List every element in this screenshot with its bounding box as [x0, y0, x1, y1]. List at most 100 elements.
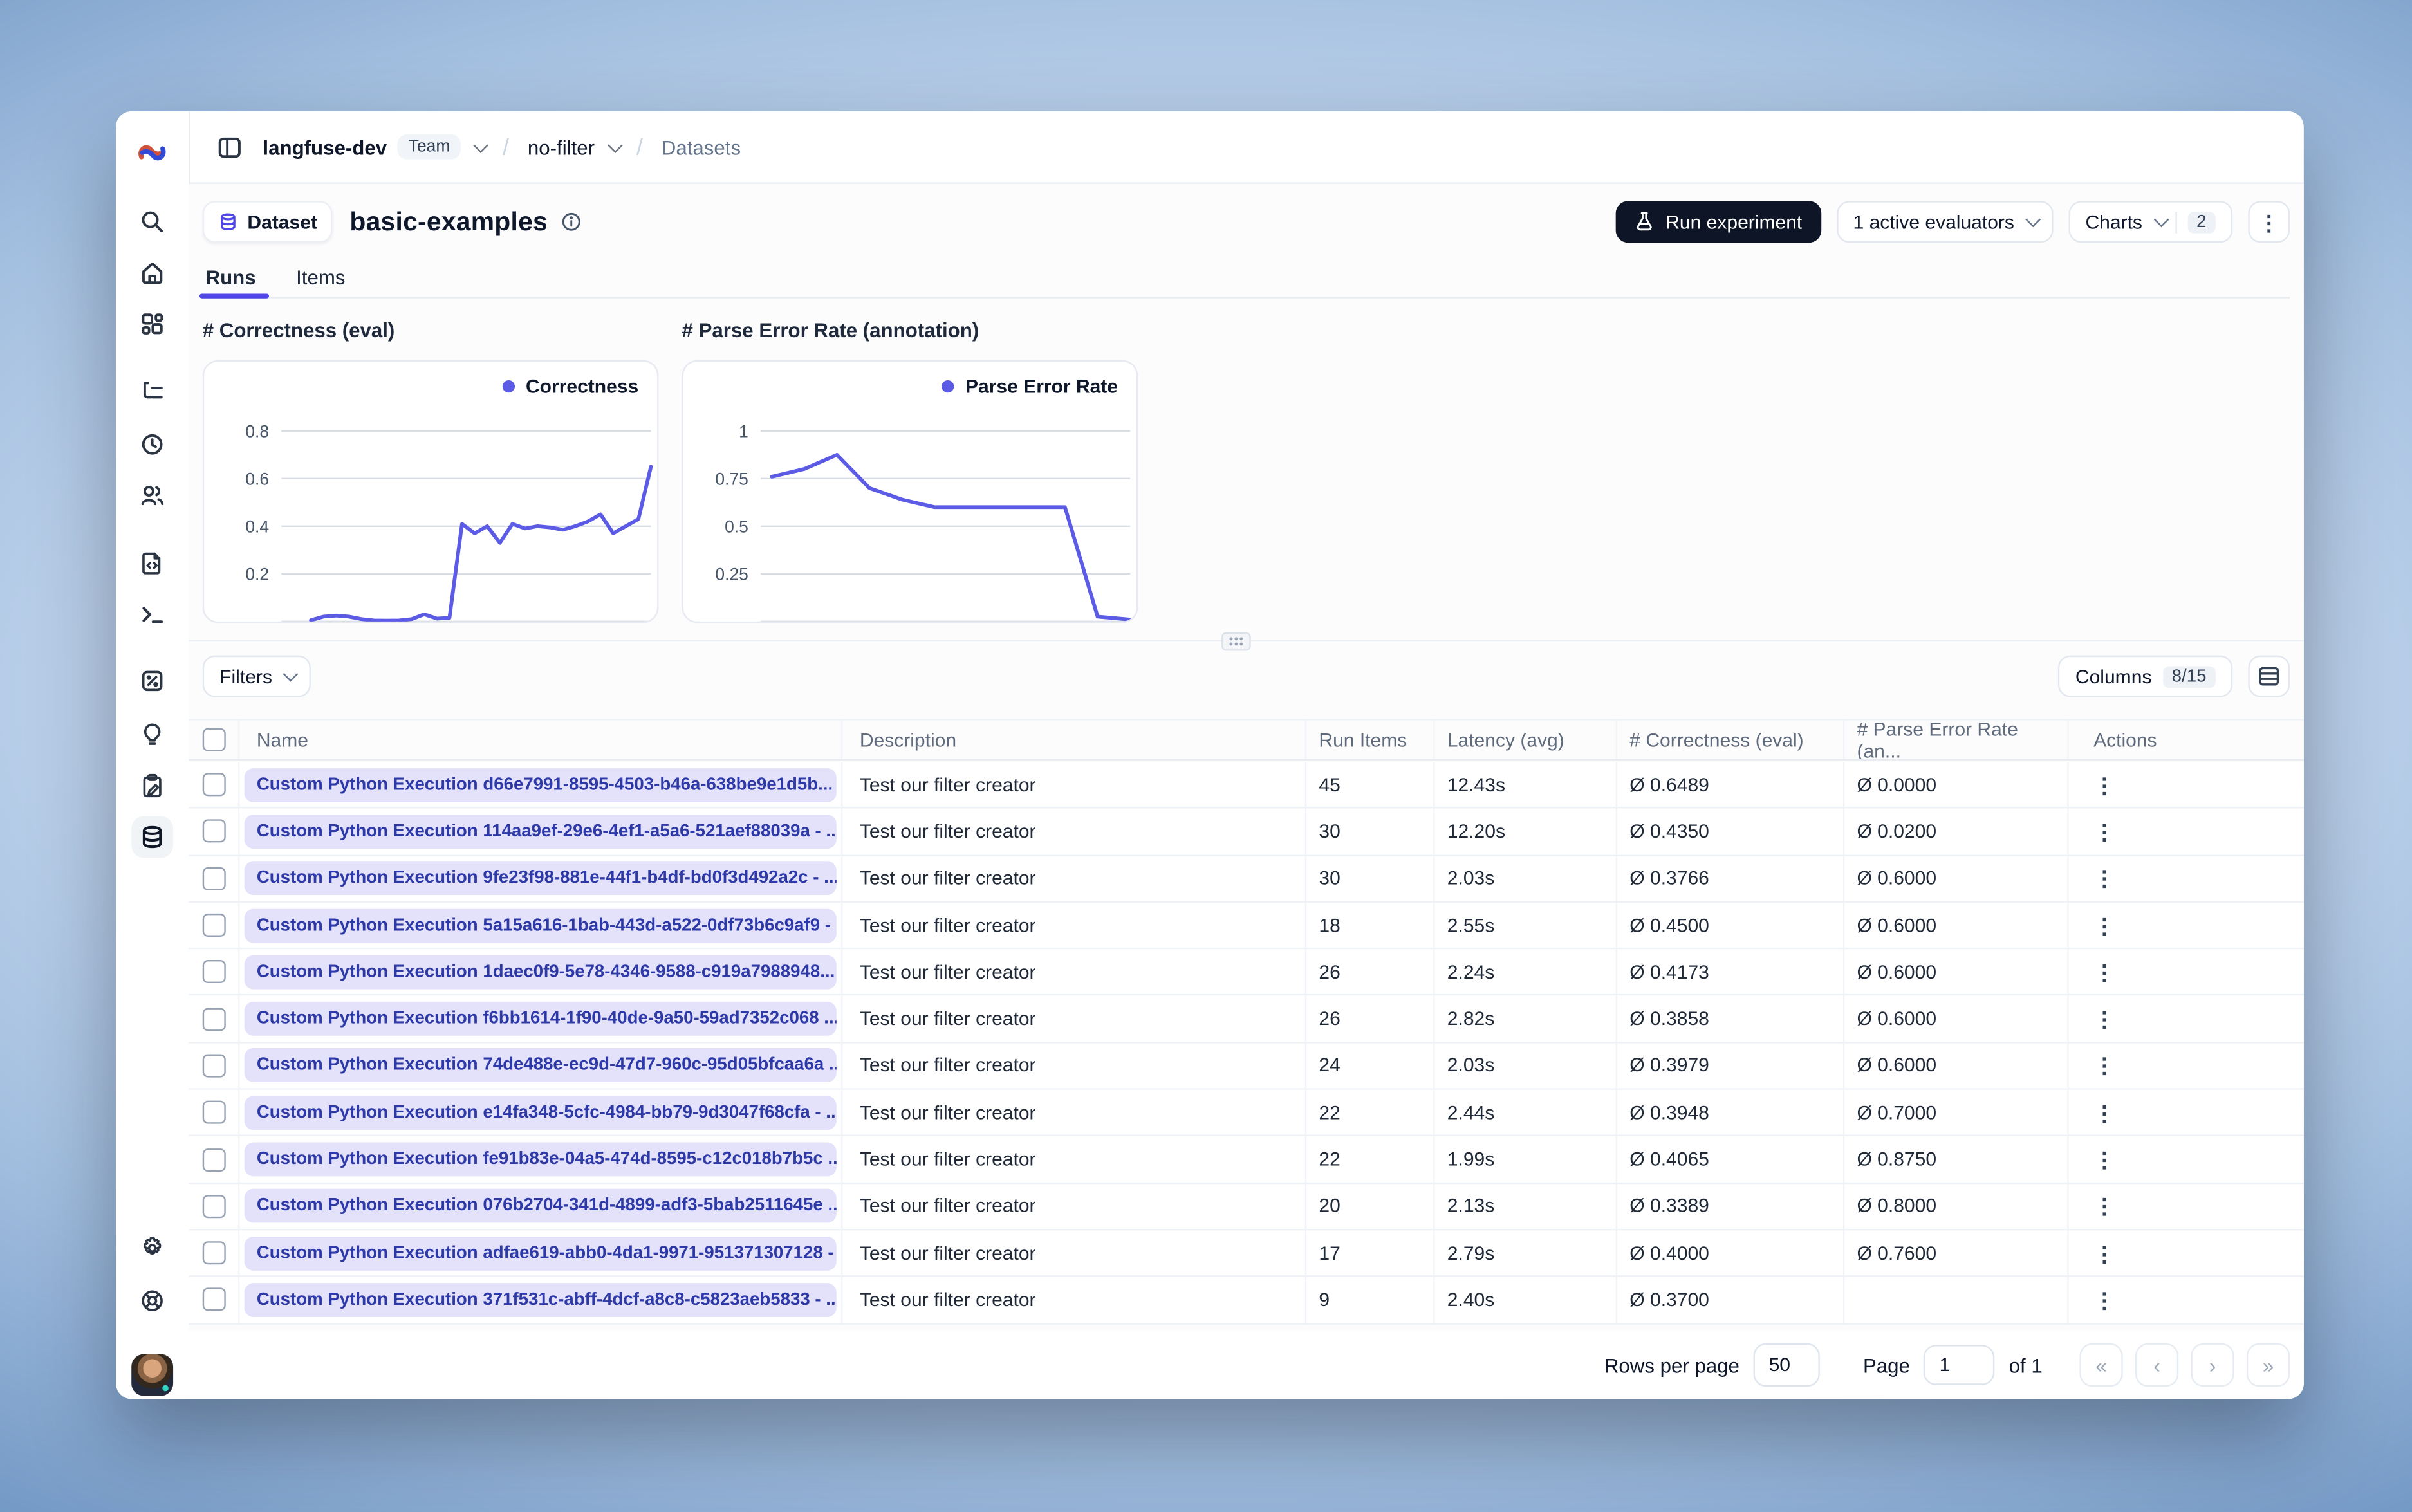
charts-dropdown[interactable]: Charts 2 [2068, 201, 2233, 243]
row-checkbox[interactable] [201, 1101, 225, 1125]
row-actions-kebab[interactable]: ⋮ [2093, 821, 2115, 843]
run-name-link[interactable]: Custom Python Execution fe91b83e-04a5-47… [244, 1142, 837, 1177]
filters-button[interactable]: Filters [202, 655, 311, 697]
run-items-count: 9 [1306, 1277, 1435, 1323]
run-correctness: Ø 0.4000 [1617, 1230, 1845, 1276]
row-checkbox[interactable] [201, 1054, 225, 1078]
row-checkbox[interactable] [201, 1194, 225, 1218]
run-items-count: 26 [1306, 996, 1435, 1042]
column-header-description[interactable]: Description [842, 720, 1307, 759]
panel-left-toggle-icon[interactable] [216, 134, 243, 160]
run-experiment-button[interactable]: Run experiment [1616, 201, 1821, 243]
breadcrumb-section[interactable]: Datasets [662, 135, 741, 158]
run-description: Test our filter creator [842, 1230, 1307, 1276]
row-checkbox[interactable] [201, 820, 225, 844]
search-icon[interactable] [139, 208, 165, 235]
row-actions-kebab[interactable]: ⋮ [2093, 867, 2115, 889]
annotation-clipboard-icon[interactable] [139, 773, 165, 799]
run-description: Test our filter creator [842, 1043, 1307, 1089]
playground-terminal-icon[interactable] [139, 602, 165, 628]
user-avatar[interactable] [131, 1354, 174, 1396]
row-height-button[interactable] [2248, 655, 2290, 697]
run-items-count: 30 [1306, 809, 1435, 854]
settings-gear-icon[interactable] [139, 1235, 165, 1262]
run-name-link[interactable]: Custom Python Execution adfae619-abb0-4d… [244, 1236, 837, 1270]
run-name-link[interactable]: Custom Python Execution f6bb1614-1f90-40… [244, 1002, 837, 1037]
tab-items[interactable]: Items [293, 257, 348, 297]
entity-badge-label: Dataset [247, 210, 317, 233]
more-actions-button[interactable]: ⋮ [2248, 201, 2290, 243]
database-icon [220, 213, 236, 230]
row-actions-kebab[interactable]: ⋮ [2093, 1289, 2115, 1311]
row-actions-kebab[interactable]: ⋮ [2093, 961, 2115, 983]
run-name-link[interactable]: Custom Python Execution 371f531c-abff-4d… [244, 1282, 837, 1317]
breadcrumb-separator: / [636, 133, 643, 160]
row-checkbox[interactable] [201, 913, 225, 937]
tab-runs[interactable]: Runs [199, 257, 268, 299]
run-name-link[interactable]: Custom Python Execution e14fa348-5cfc-49… [244, 1095, 837, 1130]
select-all-checkbox[interactable] [201, 728, 225, 751]
row-actions-kebab[interactable]: ⋮ [2093, 1195, 2115, 1217]
run-name-link[interactable]: Custom Python Execution d66e7991-8595-45… [244, 768, 837, 802]
column-header-name[interactable]: Name [239, 720, 843, 759]
row-actions-kebab[interactable]: ⋮ [2093, 1242, 2115, 1264]
run-name-link[interactable]: Custom Python Execution 5a15a616-1bab-44… [244, 908, 837, 943]
run-name-link[interactable]: Custom Python Execution 74de488e-ec9d-47… [244, 1048, 837, 1083]
row-actions-kebab[interactable]: ⋮ [2093, 1102, 2115, 1123]
evaluators-dropdown[interactable]: 1 active evaluators [1836, 201, 2054, 243]
dashboards-icon[interactable] [139, 311, 165, 337]
breadcrumb-project[interactable]: no-filter [528, 135, 595, 158]
row-actions-kebab[interactable]: ⋮ [2093, 914, 2115, 936]
panel-resize-handle[interactable] [1221, 632, 1251, 651]
run-parse-error-rate: Ø 0.6000 [1844, 1043, 2069, 1089]
row-checkbox[interactable] [201, 960, 225, 984]
tracing-icon[interactable] [139, 379, 165, 405]
run-name-link[interactable]: Custom Python Execution 114aa9ef-29e6-4e… [244, 815, 837, 849]
row-checkbox[interactable] [201, 1007, 225, 1031]
rows-per-page-select[interactable]: 50 [1753, 1343, 1820, 1387]
run-name-link[interactable]: Custom Python Execution 9fe23f98-881e-44… [244, 861, 837, 896]
page-input[interactable] [1924, 1345, 1996, 1385]
sessions-clock-icon[interactable] [139, 431, 165, 457]
run-name-link[interactable]: Custom Python Execution 076b2704-341d-48… [244, 1189, 837, 1224]
run-description: Test our filter creator [842, 809, 1307, 854]
run-items-count: 30 [1306, 856, 1435, 901]
row-checkbox[interactable] [201, 1288, 225, 1312]
row-actions-kebab[interactable]: ⋮ [2093, 1148, 2115, 1170]
columns-label: Columns [2075, 665, 2152, 687]
column-header-run-items[interactable]: Run Items [1306, 720, 1435, 759]
home-icon[interactable] [139, 260, 165, 286]
next-page-button[interactable]: › [2191, 1343, 2234, 1387]
chevron-down-icon[interactable] [473, 136, 489, 152]
column-header-correctness[interactable]: # Correctness (eval) [1617, 720, 1845, 759]
run-latency: 2.79s [1435, 1230, 1618, 1276]
scores-percent-icon[interactable] [139, 668, 165, 694]
breadcrumb-org[interactable]: langfuse-dev [263, 135, 387, 158]
page-of-label: of 1 [2008, 1353, 2043, 1377]
row-checkbox[interactable] [201, 773, 225, 797]
row-actions-kebab[interactable]: ⋮ [2093, 1055, 2115, 1077]
last-page-button[interactable]: » [2246, 1343, 2290, 1387]
chevron-down-icon[interactable] [607, 136, 623, 152]
first-page-button[interactable]: « [2079, 1343, 2123, 1387]
row-actions-kebab[interactable]: ⋮ [2093, 774, 2115, 796]
column-header-parse-error[interactable]: # Parse Error Rate (an... [1844, 720, 2069, 759]
support-lifebuoy-icon[interactable] [139, 1287, 165, 1314]
run-name-link[interactable]: Custom Python Execution 1daec0f9-5e78-43… [244, 955, 837, 990]
evaluation-lightbulb-icon[interactable] [139, 722, 165, 748]
row-checkbox[interactable] [201, 867, 225, 890]
row-actions-kebab[interactable]: ⋮ [2093, 1008, 2115, 1030]
column-header-latency[interactable]: Latency (avg) [1435, 720, 1618, 759]
datasets-nav-active[interactable] [131, 816, 174, 858]
row-checkbox[interactable] [201, 1147, 225, 1171]
row-checkbox[interactable] [201, 1241, 225, 1265]
columns-button[interactable]: Columns 8/15 [2058, 655, 2233, 697]
run-description: Test our filter creator [842, 1183, 1307, 1229]
run-latency: 12.43s [1435, 762, 1618, 807]
prev-page-button[interactable]: ‹ [2135, 1343, 2179, 1387]
langfuse-logo-icon[interactable] [136, 142, 168, 172]
info-icon[interactable] [562, 212, 582, 232]
prompts-file-code-icon[interactable] [139, 550, 165, 576]
users-icon[interactable] [139, 483, 165, 509]
run-latency: 1.99s [1435, 1136, 1618, 1183]
